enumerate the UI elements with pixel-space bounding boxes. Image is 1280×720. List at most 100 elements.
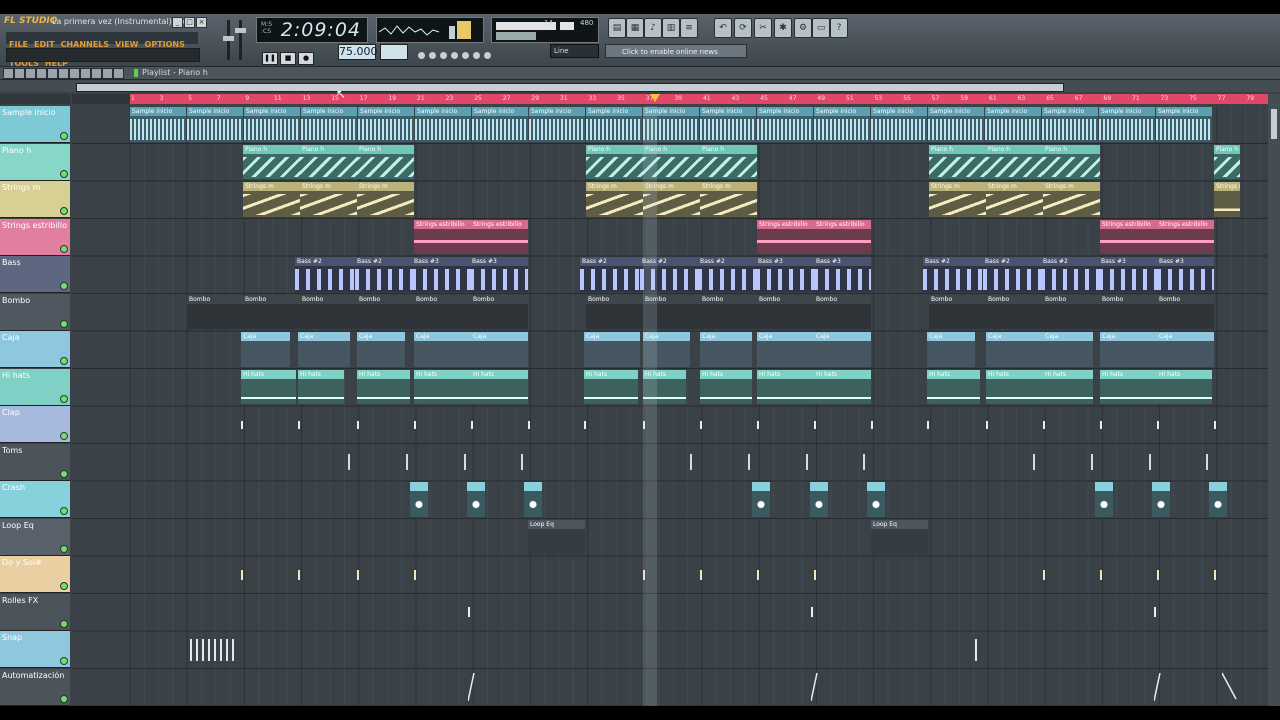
track-mute-led[interactable] [60,132,68,140]
pattern-clip[interactable]: Bass #2 [983,257,1041,292]
track-mute-led[interactable] [60,357,68,365]
note-tick[interactable] [1043,569,1045,580]
pattern-clip[interactable]: Bombo [1100,294,1157,329]
pattern-clip[interactable]: Hi hats [414,369,471,404]
note-tick[interactable] [298,569,300,580]
pattern-clip[interactable]: Sample inicio [1042,107,1098,142]
note-tick[interactable] [220,638,222,661]
pattern-clip[interactable]: Strings m [929,182,986,217]
track-header[interactable]: Clap [0,406,70,443]
step-edit-toggle[interactable] [473,52,480,59]
track-mute-led[interactable] [60,544,68,553]
note-tick[interactable] [1091,454,1093,471]
pattern-clip[interactable]: Bombo [814,294,871,329]
pattern-clip[interactable]: Piano h [986,144,1043,179]
horizontal-scrollbar[interactable] [76,83,1064,92]
pattern-clip[interactable]: Piano h [243,144,300,179]
automation-curve[interactable] [468,671,488,705]
track-mute-led[interactable] [60,319,68,328]
track-mute-led[interactable] [60,244,68,253]
pattern-clip[interactable]: Bombo [187,294,243,329]
note-tick[interactable] [584,420,586,429]
pattern-clip[interactable]: Bombo [986,294,1043,329]
note-tick[interactable] [357,420,359,429]
pattern-clip[interactable]: Bass #3 [1099,257,1157,292]
note-tick[interactable] [196,638,198,661]
pattern-clip[interactable]: Bass #3 [1157,257,1214,292]
render-icon[interactable]: ⟳ [734,18,752,38]
track-header[interactable]: Snap [0,631,70,668]
note-tick[interactable] [414,420,416,429]
pattern-clip[interactable]: Bombo [700,294,757,329]
note-tick[interactable] [468,607,470,618]
track-header[interactable]: Rolles FX [0,593,70,631]
pattern-clip[interactable]: Hi hats [814,369,871,404]
vertical-scroll-thumb[interactable] [1271,109,1277,139]
slice-tool-icon[interactable] [80,68,91,79]
track-header[interactable]: Automatización [0,668,70,706]
zoom-tool-icon[interactable] [102,68,113,79]
time-display[interactable]: M:S:CS 2:09:04 [256,17,368,43]
note-tick[interactable] [298,420,300,429]
automation-curve[interactable] [811,671,831,705]
note-tick[interactable] [927,420,929,429]
track-mute-led[interactable] [60,207,68,215]
pattern-clip[interactable]: Bombo [300,294,357,329]
note-tick[interactable] [1157,420,1159,429]
track-header[interactable]: Piano h [0,143,70,181]
pattern-clip[interactable]: Loop Eq [528,519,585,554]
pattern-clip[interactable]: Piano h [1214,144,1240,179]
note-tick[interactable] [208,638,210,661]
metronome-toggle[interactable] [429,52,436,59]
pattern-clip[interactable]: Caja [298,332,350,367]
loop-record-toggle[interactable] [484,52,491,59]
pattern-clip[interactable]: Bombo [471,294,528,329]
track-mute-led[interactable] [60,169,68,178]
undo-icon[interactable]: ↶ [714,18,732,38]
pattern-clip[interactable]: Strings m [357,182,414,217]
pattern-clip[interactable]: Caja [471,332,528,367]
note-tick[interactable] [1157,569,1159,580]
pattern-clip[interactable]: Sample inicio [472,107,528,142]
pattern-clip[interactable]: Caja [814,332,871,367]
automation-curve[interactable] [1154,671,1174,705]
master-volume-slider[interactable] [223,36,234,41]
pattern-clip[interactable]: Caja [1157,332,1214,367]
playlist-icon[interactable]: ▤ [608,18,626,38]
note-tick[interactable] [1149,454,1151,471]
track-header[interactable]: Bass [0,256,70,293]
pattern-clip[interactable]: Hi hats [700,369,752,404]
note-tick[interactable] [464,454,466,471]
master-pitch-slider[interactable] [235,28,246,33]
pattern-clip[interactable]: Sample inicio [130,107,186,142]
timeline-ruler[interactable]: 1 3 5 7 9 11 13 15 17 19 21 23 25 27 29 31 33 35 37 39 41 43 4… [130,94,1280,104]
playlist-grid[interactable]: Sample inicio Sample inicio Sample inicio S… [72,106,1268,706]
pattern-clip[interactable]: Bass #3 [814,257,871,292]
mute-tool-icon[interactable] [58,68,69,79]
pattern-clip[interactable]: Sample inicio [586,107,642,142]
pattern-clip[interactable]: Piano h [357,144,414,179]
pattern-clip[interactable] [867,482,885,517]
pattern-clip[interactable]: Caja [1043,332,1093,367]
pattern-clip[interactable]: Bombo [586,294,643,329]
pattern-clip[interactable]: Strings estribillo [471,219,528,254]
tools-icon[interactable]: ✂ [754,18,772,38]
pattern-clip[interactable]: Sample inicio [700,107,756,142]
pattern-selector[interactable] [380,44,408,60]
blend-toggle[interactable] [462,52,469,59]
track-mute-led[interactable] [60,394,68,403]
pattern-clip[interactable]: Sample inicio [928,107,984,142]
playback-tool-icon[interactable] [113,68,124,79]
pattern-clip[interactable]: Hi hats [241,369,296,404]
pattern-clip[interactable]: Hi hats [1043,369,1093,404]
note-tick[interactable] [871,420,873,429]
pattern-clip[interactable]: Bass #2 [355,257,412,292]
pattern-clip[interactable]: Strings m [243,182,300,217]
paint-tool-icon[interactable] [36,68,47,79]
select-tool-icon[interactable] [91,68,102,79]
note-tick[interactable] [700,569,702,580]
pattern-clip[interactable]: Sample inicio [757,107,813,142]
pattern-clip[interactable] [1095,482,1113,517]
track-mute-led[interactable] [60,432,68,440]
pattern-clip[interactable]: Caja [357,332,405,367]
